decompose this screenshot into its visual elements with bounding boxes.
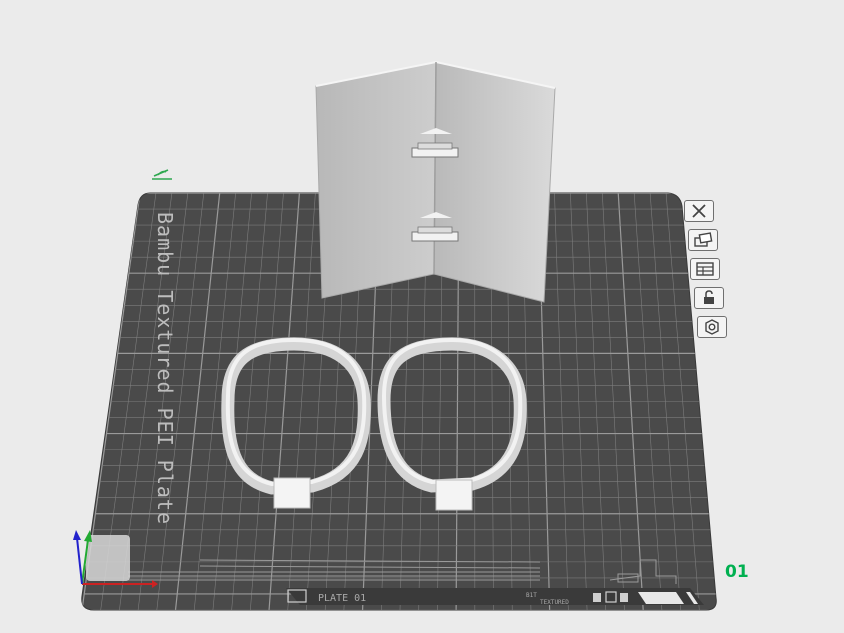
plate-footer-small-top: B1T bbox=[526, 592, 537, 599]
remove-plate-button[interactable] bbox=[684, 200, 714, 222]
edit-plate-name-icon[interactable] bbox=[152, 169, 172, 180]
layout-icon bbox=[696, 262, 714, 276]
plate-name-label: Bambu Textured PEI Plate bbox=[153, 212, 177, 525]
lock-plate-button[interactable] bbox=[694, 287, 724, 309]
orient-plate-button[interactable] bbox=[690, 258, 720, 280]
plate-number-label[interactable]: 01 bbox=[725, 562, 749, 582]
plate-footer-label: PLATE 01 bbox=[318, 593, 366, 604]
lock-icon bbox=[704, 290, 714, 304]
plate-footer-small-bottom: TEXTURED bbox=[540, 599, 569, 606]
arrange-icon bbox=[694, 232, 713, 247]
folded-stand[interactable] bbox=[315, 60, 556, 303]
arrange-plate-button[interactable] bbox=[688, 229, 718, 251]
plate-settings-button[interactable] bbox=[697, 316, 727, 338]
close-icon bbox=[692, 204, 706, 218]
plate-footer: PLATE 01 B1T TEXTURED bbox=[286, 588, 704, 606]
settings-icon bbox=[705, 319, 719, 335]
